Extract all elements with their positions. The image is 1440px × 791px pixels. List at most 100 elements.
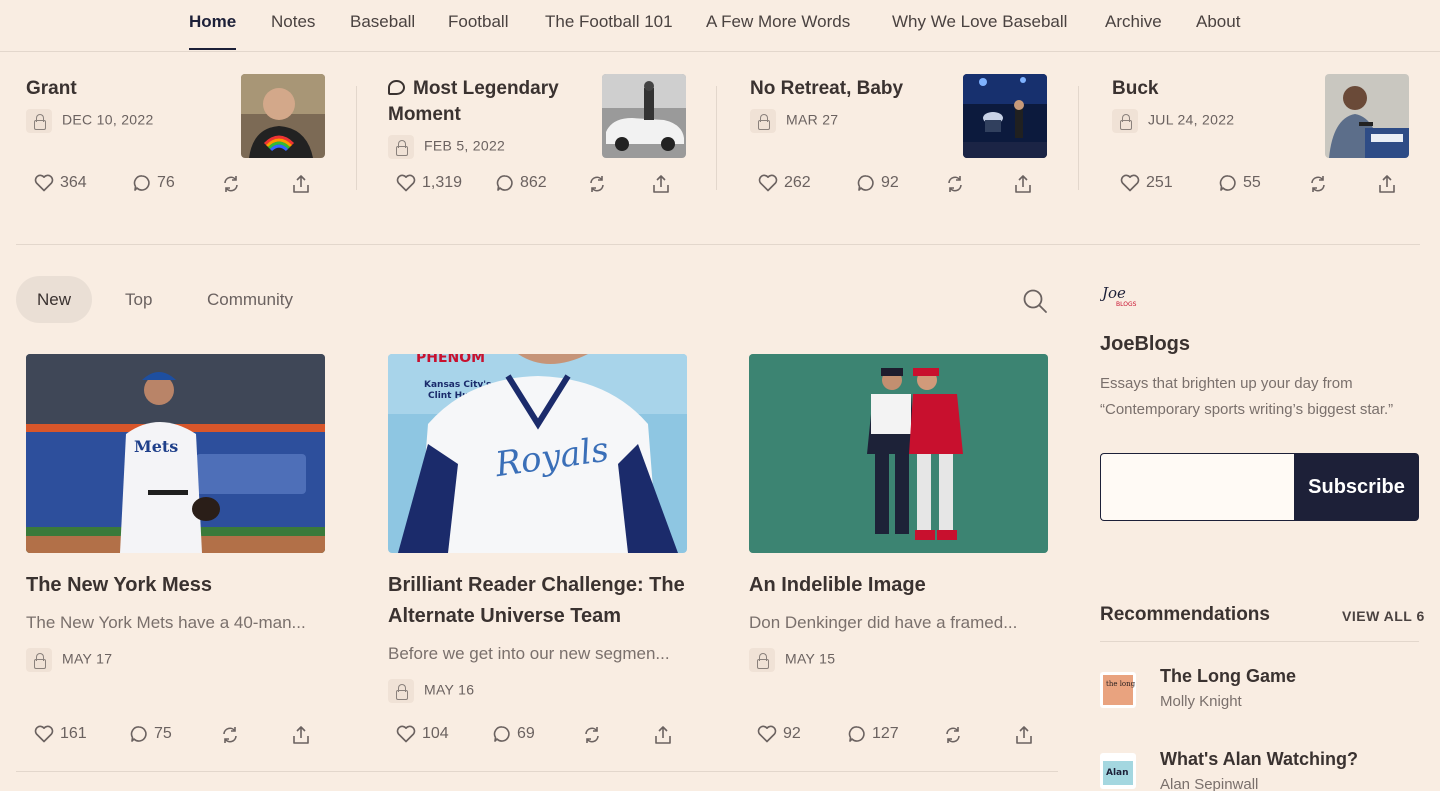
tab-top[interactable]: Top bbox=[125, 276, 152, 323]
post-title[interactable]: Buck bbox=[1112, 76, 1308, 102]
comment-button[interactable]: 75 bbox=[130, 725, 172, 743]
share-button[interactable] bbox=[1378, 174, 1396, 194]
nav-football-101[interactable]: The Football 101 bbox=[545, 0, 673, 52]
post-card[interactable]: Mets The New York Mess The New York Mets… bbox=[26, 354, 326, 744]
like-button[interactable]: 262 bbox=[758, 174, 811, 192]
restack-button[interactable] bbox=[945, 174, 965, 194]
post-thumbnail[interactable] bbox=[963, 74, 1047, 158]
nav-about[interactable]: About bbox=[1196, 0, 1240, 52]
comment-icon bbox=[1219, 175, 1236, 191]
share-button[interactable] bbox=[1015, 725, 1033, 745]
restack-icon bbox=[948, 176, 962, 192]
nav-a-few-more-words[interactable]: A Few More Words bbox=[706, 0, 850, 52]
restack-icon bbox=[946, 727, 960, 743]
featured-post-card[interactable]: No Retreat, Baby MAR 27 262 92 bbox=[740, 52, 1060, 245]
top-navigation: Home Notes Baseball Football The Footbal… bbox=[0, 0, 1440, 52]
post-date: FEB 5, 2022 bbox=[424, 137, 506, 154]
recommendation-title[interactable]: What's Alan Watching? bbox=[1160, 749, 1358, 770]
like-button[interactable]: 92 bbox=[757, 725, 801, 743]
share-icon bbox=[1379, 175, 1395, 193]
divider bbox=[1078, 86, 1079, 190]
post-card[interactable]: An Indelible Image Don Denkinger did hav… bbox=[749, 354, 1049, 744]
nav-home[interactable]: Home bbox=[189, 0, 237, 52]
post-title[interactable]: An Indelible Image bbox=[749, 570, 1049, 601]
divider bbox=[356, 86, 357, 190]
divider bbox=[716, 86, 717, 190]
view-all-link[interactable]: VIEW ALL 6 bbox=[1342, 608, 1425, 624]
restack-icon bbox=[224, 176, 238, 192]
restack-button[interactable] bbox=[582, 725, 602, 745]
like-button[interactable]: 364 bbox=[34, 174, 87, 192]
restack-button[interactable] bbox=[943, 725, 963, 745]
comment-count: 76 bbox=[157, 174, 175, 191]
featured-post-card[interactable]: Most Legendary Moment FEB 5, 2022 1,319 … bbox=[378, 52, 698, 245]
comment-count: 69 bbox=[517, 725, 535, 742]
share-button[interactable] bbox=[292, 725, 310, 745]
recommendation-title[interactable]: The Long Game bbox=[1160, 666, 1296, 687]
share-button[interactable] bbox=[654, 725, 672, 745]
comment-button[interactable]: 862 bbox=[496, 174, 547, 192]
divider bbox=[16, 771, 1058, 772]
comment-button[interactable]: 92 bbox=[857, 174, 899, 192]
post-thumbnail[interactable] bbox=[602, 74, 686, 158]
comment-icon bbox=[496, 175, 513, 191]
post-image[interactable] bbox=[749, 354, 1048, 553]
post-thumbnail[interactable] bbox=[1325, 74, 1409, 158]
tab-new[interactable]: New bbox=[16, 276, 93, 323]
featured-post-card[interactable]: Grant DEC 10, 2022 364 76 bbox=[16, 52, 336, 245]
tab-community[interactable]: Community bbox=[207, 276, 293, 323]
featured-post-card[interactable]: Buck JUL 24, 2022 251 55 bbox=[1102, 52, 1422, 245]
restack-button[interactable] bbox=[221, 174, 241, 194]
publication-logo[interactable]: Joe BLOGS bbox=[1099, 284, 1140, 308]
search-button[interactable] bbox=[1022, 288, 1048, 314]
comment-count: 92 bbox=[881, 174, 899, 191]
post-actions: 92 127 bbox=[757, 725, 1057, 749]
post-date: MAR 27 bbox=[786, 111, 839, 128]
post-subtitle: Don Denkinger did have a framed... bbox=[749, 613, 1018, 632]
post-meta: JUL 24, 2022 bbox=[1112, 109, 1234, 133]
like-count: 262 bbox=[784, 174, 811, 191]
like-count: 251 bbox=[1146, 174, 1173, 191]
nav-notes[interactable]: Notes bbox=[271, 0, 315, 52]
post-title[interactable]: Most Legendary Moment bbox=[388, 76, 584, 128]
post-meta: MAY 17 bbox=[26, 648, 112, 672]
comment-button[interactable]: 69 bbox=[493, 725, 535, 743]
comment-button[interactable]: 55 bbox=[1219, 174, 1261, 192]
like-button[interactable]: 161 bbox=[34, 725, 87, 743]
nav-football[interactable]: Football bbox=[448, 0, 508, 52]
post-title[interactable]: The New York Mess bbox=[26, 570, 326, 601]
restack-button[interactable] bbox=[1308, 174, 1328, 194]
share-button[interactable] bbox=[1014, 174, 1032, 194]
like-button[interactable]: 251 bbox=[1120, 174, 1173, 192]
publication-name[interactable]: JoeBlogs bbox=[1100, 333, 1190, 356]
restack-button[interactable] bbox=[587, 174, 607, 194]
post-title[interactable]: Grant bbox=[26, 76, 222, 102]
comment-icon bbox=[130, 726, 147, 742]
comment-count: 862 bbox=[520, 174, 547, 191]
comment-button[interactable]: 76 bbox=[133, 174, 175, 192]
nav-archive[interactable]: Archive bbox=[1105, 0, 1162, 52]
post-title[interactable]: Brilliant Reader Challenge: The Alternat… bbox=[388, 570, 688, 632]
post-actions: 251 55 bbox=[1120, 174, 1420, 198]
share-button[interactable] bbox=[292, 174, 310, 194]
comment-button[interactable]: 127 bbox=[848, 725, 899, 743]
image-banner-text: PHENOM bbox=[416, 354, 485, 366]
nav-why-we-love-baseball[interactable]: Why We Love Baseball bbox=[892, 0, 1067, 52]
nav-baseball[interactable]: Baseball bbox=[350, 0, 415, 52]
share-button[interactable] bbox=[652, 174, 670, 194]
post-card[interactable]: PHENOM Kansas City's Clint Hurdle Royals… bbox=[388, 354, 688, 744]
post-meta: FEB 5, 2022 bbox=[388, 135, 505, 159]
post-title[interactable]: No Retreat, Baby bbox=[750, 76, 946, 102]
like-button[interactable]: 1,319 bbox=[396, 174, 462, 192]
post-image[interactable]: Mets bbox=[26, 354, 325, 553]
post-thumbnail[interactable] bbox=[241, 74, 325, 158]
lock-icon bbox=[388, 679, 414, 703]
post-image[interactable]: PHENOM Kansas City's Clint Hurdle Royals bbox=[388, 354, 687, 553]
email-field[interactable] bbox=[1100, 453, 1295, 521]
restack-button[interactable] bbox=[220, 725, 240, 745]
comment-count: 75 bbox=[154, 725, 172, 742]
comment-count: 127 bbox=[872, 725, 899, 742]
subscribe-button[interactable]: Subscribe bbox=[1294, 453, 1419, 521]
comment-icon bbox=[857, 175, 874, 191]
like-button[interactable]: 104 bbox=[396, 725, 449, 743]
